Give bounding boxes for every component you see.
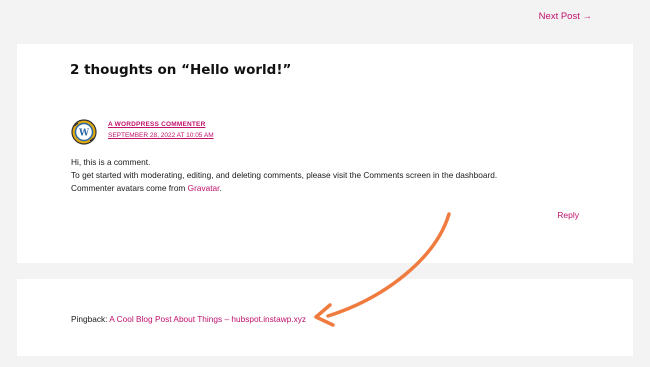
pingback-item: Pingback: A Cool Blog Post About Things … <box>71 314 306 324</box>
svg-text:W: W <box>78 129 90 139</box>
comments-title: 2 thoughts on “Hello world!” <box>70 62 292 78</box>
gravatar-link[interactable]: Gravatar <box>188 183 220 193</box>
comment-line: Commenter avatars come from Gravatar. <box>71 182 497 195</box>
pingback-label: Pingback: <box>71 314 110 324</box>
reply-link[interactable]: Reply <box>557 210 579 220</box>
comment-body: Hi, this is a comment. To get started wi… <box>71 156 497 195</box>
comment-author-link[interactable]: A WordPress Commenter <box>108 121 206 128</box>
comment-line: To get started with moderating, editing,… <box>71 170 498 180</box>
comment-text: . <box>219 183 222 193</box>
wordpress-avatar-icon: W <box>71 119 97 145</box>
next-post-link[interactable]: Next Post → <box>539 11 592 22</box>
pingback-link[interactable]: A Cool Blog Post About Things – hubspot.… <box>109 314 306 324</box>
pingback-section: Pingback: A Cool Blog Post About Things … <box>17 279 633 356</box>
comment-date-link[interactable]: September 28, 2022 at 10:05 am <box>108 132 214 139</box>
comment-line: Hi, this is a comment. <box>71 157 151 167</box>
comments-section: 2 thoughts on “Hello world!” W A WordPre… <box>17 44 633 263</box>
comment-text: Commenter avatars come from <box>71 183 188 193</box>
